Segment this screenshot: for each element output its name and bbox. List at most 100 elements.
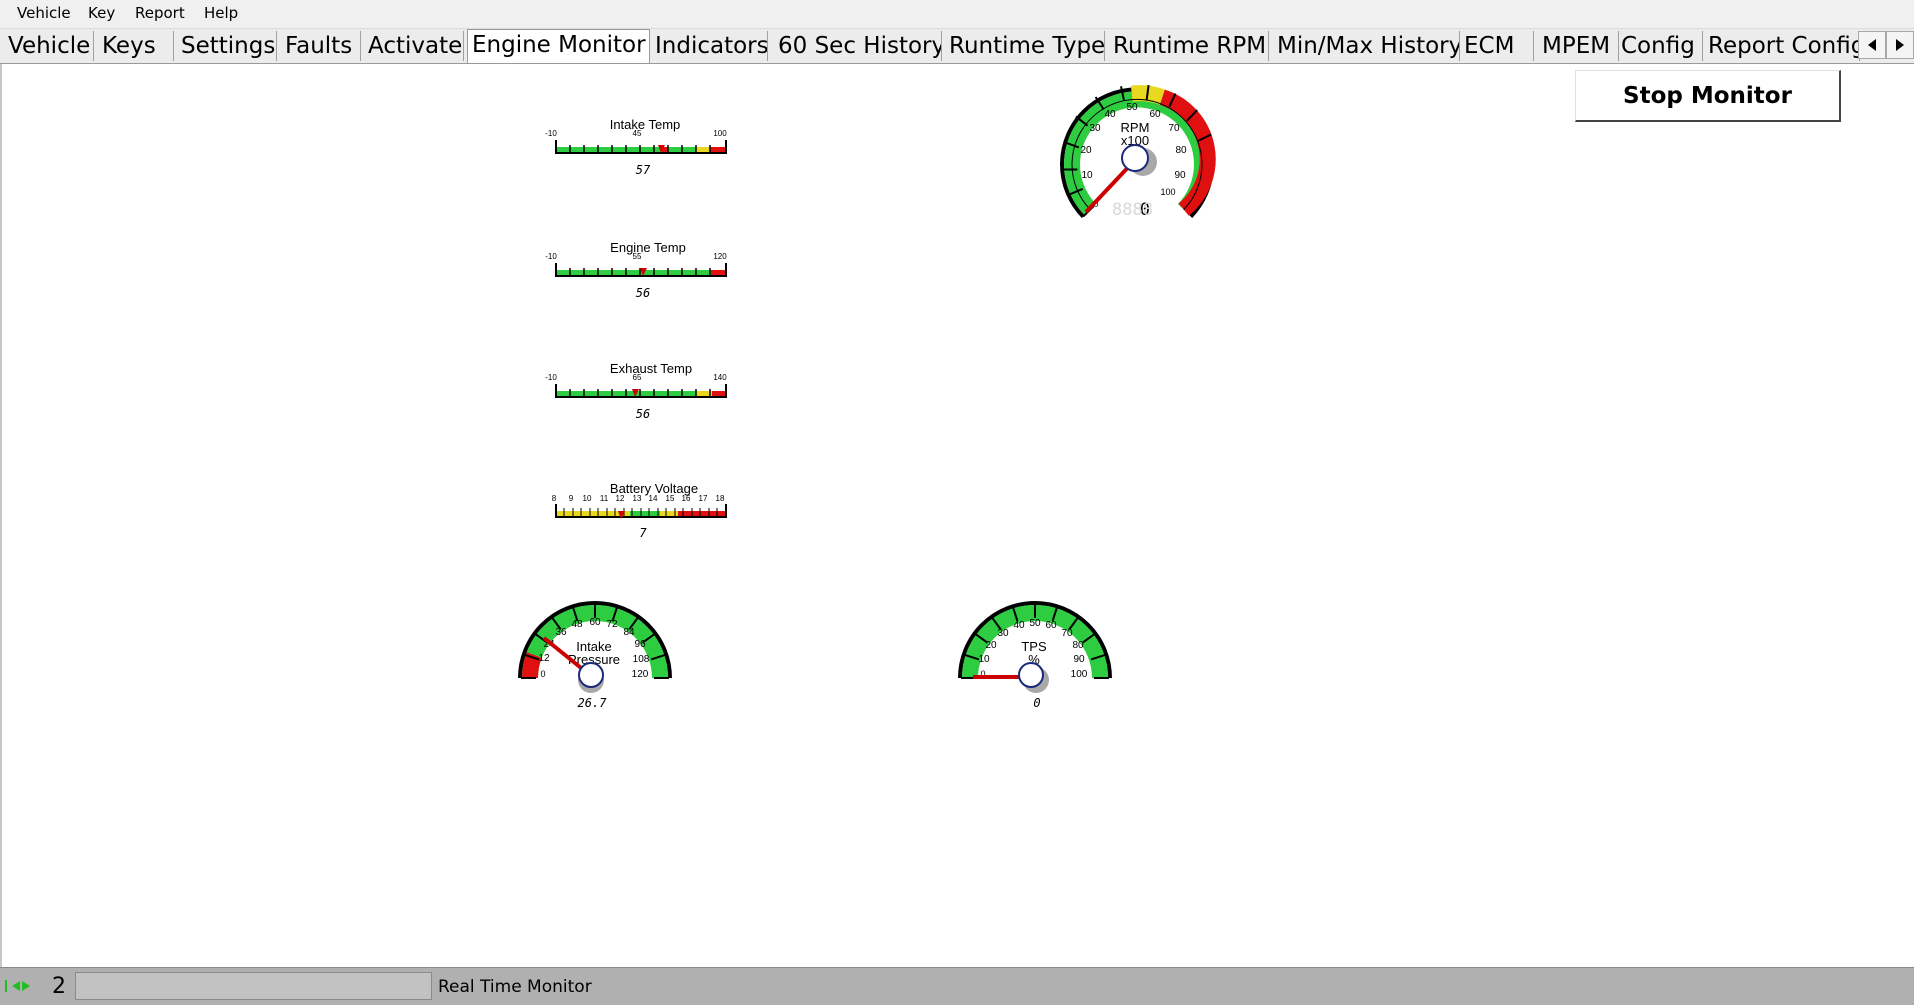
intake-pressure-readout: 26.7 xyxy=(578,696,608,710)
tab-ecm[interactable]: ECM xyxy=(1460,31,1534,61)
battery-voltage-tick-label: 11 xyxy=(600,494,609,503)
rpm-tick-label: 60 xyxy=(1149,109,1161,120)
tab-bar: Vehicle Keys Settings Faults Activate En… xyxy=(0,29,1914,64)
exhaust-temp-scale xyxy=(555,384,727,398)
tps-tick-label: 100 xyxy=(1071,669,1088,680)
intake-pressure-tick-label: 12 xyxy=(538,653,550,664)
rpm-tick-label: 50 xyxy=(1126,102,1138,113)
engine-temp-max-label: 120 xyxy=(713,252,727,261)
rpm-tick-label: 70 xyxy=(1168,123,1180,134)
rpm-hub xyxy=(1121,144,1149,172)
rpm-tick-label: 30 xyxy=(1089,123,1101,134)
intake-pressure-tick-label: 36 xyxy=(555,627,567,638)
status-count: 2 xyxy=(52,974,66,999)
intake-pressure-tick-label: 48 xyxy=(571,619,583,630)
intake-temp-scale xyxy=(555,140,727,154)
rpm-tick-label: 20 xyxy=(1080,145,1092,156)
battery-voltage-tick-label: 15 xyxy=(666,494,675,503)
connection-icon xyxy=(5,980,30,992)
tab-runtime-rpm[interactable]: Runtime RPM xyxy=(1109,31,1269,61)
intake-temp-mid-label: 45 xyxy=(633,129,642,138)
engine-temp-min-label: -10 xyxy=(545,252,557,261)
battery-voltage-tick-label: 17 xyxy=(699,494,708,503)
battery-voltage-tick-label: 18 xyxy=(716,494,725,503)
tab-keys[interactable]: Keys xyxy=(98,31,174,61)
menu-help[interactable]: Help xyxy=(204,4,238,22)
tps-tick-label: 30 xyxy=(997,628,1009,639)
tps-tick-label: 90 xyxy=(1073,654,1085,665)
tab-vehicle[interactable]: Vehicle xyxy=(4,31,94,61)
menu-report[interactable]: Report xyxy=(135,4,185,22)
menu-bar: Vehicle Key Report Help xyxy=(0,0,1914,29)
battery-voltage-scale xyxy=(555,504,727,518)
rpm-gauge: 0 10 20 30 40 50 60 70 80 90 100 RPM x10… xyxy=(1060,84,1216,220)
intake-pressure-tick-label: 84 xyxy=(623,627,635,638)
tab-indicators[interactable]: Indicators xyxy=(651,31,768,61)
status-bar: 2 Real Time Monitor xyxy=(0,967,1914,1005)
intake-temp-min-label: -10 xyxy=(545,129,557,138)
battery-voltage-tick-label: 14 xyxy=(649,494,658,503)
tps-tick-label: 40 xyxy=(1013,620,1025,631)
tab-min-max-history[interactable]: Min/Max History xyxy=(1273,31,1460,61)
intake-pressure-hub xyxy=(578,662,604,688)
tps-tick-label: 10 xyxy=(978,654,990,665)
intake-pressure-tick-label: 96 xyxy=(634,639,646,650)
exhaust-temp-gauge: Exhaust Temp -10 65 140 56 xyxy=(545,361,727,421)
tab-runtime-type[interactable]: Runtime Type xyxy=(945,31,1105,61)
tps-tick-label: 70 xyxy=(1061,628,1073,639)
tab-scroll-right-button[interactable] xyxy=(1886,31,1914,59)
menu-key[interactable]: Key xyxy=(88,4,115,22)
intake-temp-title: Intake Temp xyxy=(610,117,681,132)
tab-engine-monitor[interactable]: Engine Monitor xyxy=(467,29,650,63)
battery-voltage-tick-label: 9 xyxy=(569,494,574,503)
rpm-tick-label: 90 xyxy=(1174,170,1186,181)
exhaust-temp-title: Exhaust Temp xyxy=(610,361,692,376)
tps-hub xyxy=(1018,662,1044,688)
exhaust-temp-mid-label: 65 xyxy=(633,373,642,382)
rpm-tick-label: 80 xyxy=(1175,145,1187,156)
tps-tick-label: 80 xyxy=(1072,640,1084,651)
intake-pressure-tick-label: 108 xyxy=(633,654,650,665)
engine-temp-readout: 56 xyxy=(636,286,650,300)
intake-temp-max-label: 100 xyxy=(713,129,727,138)
tab-activate[interactable]: Activate xyxy=(364,31,464,61)
tab-mpem[interactable]: MPEM xyxy=(1538,31,1619,61)
status-text: Real Time Monitor xyxy=(438,977,592,997)
tps-gauge: 0 10 20 30 40 50 60 70 80 90 100 TPS % 0 xyxy=(958,601,1112,710)
engine-temp-mid-label: 55 xyxy=(633,252,642,261)
tab-settings[interactable]: Settings xyxy=(177,31,277,61)
battery-voltage-tick-label: 16 xyxy=(682,494,691,503)
tps-tick-label: 50 xyxy=(1029,618,1041,629)
tab-config[interactable]: Config xyxy=(1617,31,1703,61)
tab-report-config[interactable]: Report Config xyxy=(1704,31,1860,61)
exhaust-temp-max-label: 140 xyxy=(713,373,727,382)
tps-readout: 0 xyxy=(1033,696,1040,710)
arrow-right-icon xyxy=(1896,39,1904,51)
status-progress-field xyxy=(75,972,432,1000)
engine-temp-title: Engine Temp xyxy=(610,240,686,255)
tab-60-sec-history[interactable]: 60 Sec History xyxy=(774,31,942,61)
battery-voltage-gauge: Battery Voltage 8 9 10 11 12 13 14 15 16… xyxy=(552,481,727,540)
tab-faults[interactable]: Faults xyxy=(281,31,361,61)
intake-pressure-gauge: 0 12 24 36 48 60 72 84 96 108 120 Intake… xyxy=(518,601,672,710)
tps-tick-label: 60 xyxy=(1045,620,1057,631)
exhaust-temp-min-label: -10 xyxy=(545,373,557,382)
intake-pressure-tick-label: 120 xyxy=(632,669,649,680)
engine-monitor-panel xyxy=(0,64,1914,967)
battery-voltage-tick-label: 13 xyxy=(633,494,642,503)
intake-temp-gauge: Intake Temp -10 45 100 57 xyxy=(545,117,727,177)
battery-voltage-readout: 7 xyxy=(639,526,647,540)
tps-tick-label: 20 xyxy=(985,640,997,651)
stop-monitor-button[interactable]: Stop Monitor xyxy=(1575,70,1841,122)
battery-voltage-tick-label: 8 xyxy=(552,494,557,503)
tab-scroll-left-button[interactable] xyxy=(1858,31,1886,59)
intake-temp-readout: 57 xyxy=(636,163,651,177)
battery-voltage-tick-label: 10 xyxy=(583,494,592,503)
rpm-tick-label: 100 xyxy=(1160,187,1175,197)
intake-pressure-tick-label: 60 xyxy=(589,617,601,628)
intake-pressure-tick-label: 72 xyxy=(606,619,618,630)
rpm-readout-unlit-digits: 8888 xyxy=(1112,200,1153,220)
exhaust-temp-readout: 56 xyxy=(636,407,650,421)
menu-vehicle[interactable]: Vehicle xyxy=(17,4,71,22)
intake-pressure-tick-label: 0 xyxy=(540,669,545,679)
